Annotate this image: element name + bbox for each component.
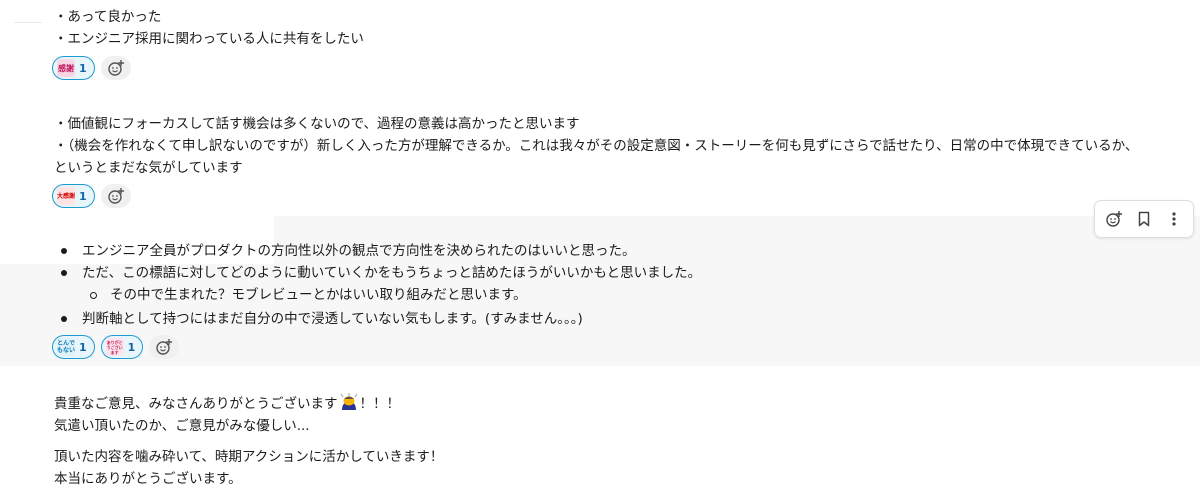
bookmark-button[interactable] [1131, 206, 1157, 232]
reaction-count: 1 [127, 340, 136, 354]
message-line: ・価値観にフォーカスして話す機会は多くないので、過程の意義は高かったと思います [54, 116, 580, 132]
add-reaction-icon [156, 339, 173, 355]
bullet-dot [61, 248, 67, 254]
separator [14, 22, 42, 23]
kansha-emoji-icon: 感謝 [57, 59, 75, 77]
add-reaction-toolbar-button[interactable] [1101, 206, 1127, 232]
message-line: 頂いた内容を噛み砕いて、時期アクションに活かしていきます！ [54, 449, 444, 465]
message-line: 本当にありがとうございます。 [54, 471, 242, 487]
message-line: 気遣い頂いたのか、ご意見がみな優しい... [54, 418, 310, 434]
add-reaction-icon [107, 60, 124, 76]
reaction-bar: とんでもない 1 ありがとうございます 1 [52, 335, 180, 359]
sub-bullet-ring [90, 292, 97, 299]
add-reaction-button[interactable] [100, 184, 131, 208]
message-line: ・エンジニア採用に関わっている人に共有をしたい [54, 31, 364, 47]
arigatou-emoji-icon: ありがとうございます [105, 338, 124, 356]
reaction-bar: 感謝 1 [52, 56, 131, 80]
add-reaction-icon [107, 188, 124, 204]
add-reaction-icon [1106, 211, 1122, 227]
reaction-arigatou[interactable]: ありがとうございます 1 [100, 335, 144, 359]
add-reaction-button[interactable] [100, 56, 131, 80]
more-actions-button[interactable] [1161, 206, 1187, 232]
more-actions-icon [1172, 212, 1176, 226]
sub-bullet-item: その中で生まれた？モブレビューとかはいい取り組みだと思います。 [110, 287, 527, 303]
message-actions-toolbar [1094, 200, 1194, 238]
bullet-item: 判断軸として持つにはまだ自分の中で浸透していない気もします。(すみません。。。) [82, 311, 583, 327]
message-line: 貴重なご意見、みなさんありがとうございます ！！！ [54, 393, 400, 415]
reaction-tondemonai[interactable]: とんでもない 1 [52, 335, 95, 359]
reaction-count: 1 [79, 189, 87, 203]
bowing-person-icon [340, 393, 357, 410]
bullet-dot [61, 270, 67, 276]
message-line: ・（機会を作れなくて申し訳ないのですが）新しく入った方が理解できるか。これは我々… [54, 138, 1139, 154]
message-line: ・あって良かった [54, 9, 162, 25]
bookmark-icon [1138, 211, 1150, 227]
message-text: ！！！ [359, 396, 401, 412]
message-text: 貴重なご意見、みなさんありがとうございます [54, 396, 338, 412]
bullet-item: エンジニア全員がプロダクトの方向性以外の観点で方向性を決められたのはいいと思った… [82, 243, 636, 259]
add-reaction-button[interactable] [149, 335, 180, 359]
message-line: というとまだな気がしています [54, 160, 243, 176]
tondemonai-emoji-icon: とんでもない [57, 338, 75, 356]
reaction-daikansha[interactable]: 大感謝 1 [52, 184, 95, 208]
reaction-bar: 大感謝 1 [52, 184, 131, 208]
bullet-item: ただ、この標語に対してどのように動いていくかをもうちょっと詰めたほうがいいかもと… [82, 265, 702, 281]
bullet-dot [61, 316, 67, 322]
reaction-count: 1 [79, 61, 87, 75]
reaction-kansha[interactable]: 感謝 1 [52, 56, 95, 80]
daikansha-emoji-icon: 大感謝 [57, 187, 75, 205]
reaction-count: 1 [79, 340, 87, 354]
